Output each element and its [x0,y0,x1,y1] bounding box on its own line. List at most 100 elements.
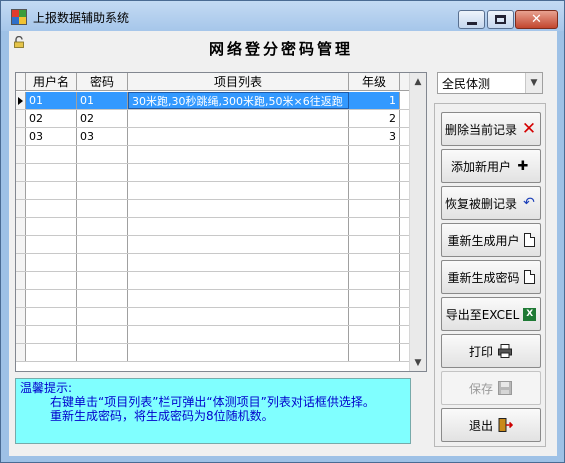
cell-items[interactable] [128,128,349,145]
cell-items[interactable] [128,182,349,199]
cell-password[interactable]: 02 [77,110,128,127]
row-indicator[interactable] [16,182,26,199]
save-button[interactable]: 保存 [441,371,541,405]
cell-grade[interactable] [349,200,400,217]
minimize-button[interactable] [458,10,485,29]
cell-items[interactable] [128,236,349,253]
empty-table-row[interactable] [16,146,410,164]
cell-items[interactable] [128,308,349,325]
chevron-down-icon[interactable]: ▼ [525,73,542,93]
row-indicator[interactable] [16,92,26,109]
row-indicator[interactable] [16,236,26,253]
cell-user[interactable] [26,218,77,235]
cell-password[interactable] [77,218,128,235]
cell-grade[interactable] [349,254,400,271]
cell-user[interactable] [26,326,77,343]
print-button[interactable]: 打印 [441,334,541,368]
cell-password[interactable] [77,290,128,307]
cell-user[interactable] [26,182,77,199]
table-row[interactable]: 02 02 2 [16,110,410,128]
cell-password[interactable] [77,272,128,289]
empty-table-row[interactable] [16,344,410,362]
empty-table-row[interactable] [16,164,410,182]
column-header-grade[interactable]: 年级 [349,73,400,90]
vertical-scrollbar[interactable]: ▲ ▼ [409,73,426,371]
column-header-username[interactable]: 用户名 [26,73,77,90]
cell-grade[interactable] [349,182,400,199]
row-indicator[interactable] [16,272,26,289]
row-indicator[interactable] [16,128,26,145]
empty-table-row[interactable] [16,290,410,308]
cell-user[interactable]: 02 [26,110,77,127]
cell-user[interactable]: 03 [26,128,77,145]
column-header-password[interactable]: 密码 [77,73,128,90]
cell-user[interactable] [26,164,77,181]
add-user-button[interactable]: 添加新用户 ✚ [441,149,541,183]
test-type-select[interactable]: 全民体测 ▼ [437,72,543,94]
title-bar[interactable]: 上报数据辅助系统 ✕ [1,1,564,31]
cell-grade[interactable] [349,290,400,307]
cell-user[interactable] [26,308,77,325]
cell-password[interactable] [77,164,128,181]
delete-record-button[interactable]: 删除当前记录 ✕ [441,112,541,146]
row-indicator[interactable] [16,326,26,343]
maximize-button[interactable] [487,10,514,29]
cell-items[interactable] [128,164,349,181]
cell-items[interactable] [128,218,349,235]
cell-user[interactable] [26,146,77,163]
cell-user[interactable] [26,236,77,253]
row-indicator[interactable] [16,200,26,217]
cell-password[interactable] [77,308,128,325]
empty-table-row[interactable] [16,218,410,236]
cell-password[interactable] [77,326,128,343]
empty-table-row[interactable] [16,254,410,272]
cell-grade[interactable] [349,236,400,253]
empty-table-row[interactable] [16,236,410,254]
cell-items[interactable] [128,272,349,289]
row-indicator[interactable] [16,218,26,235]
cell-grade[interactable]: 3 [349,128,400,145]
cell-user[interactable] [26,254,77,271]
cell-user[interactable] [26,344,77,361]
cell-items[interactable] [128,326,349,343]
cell-user[interactable]: 01 [26,92,77,109]
cell-grade[interactable] [349,146,400,163]
row-indicator[interactable] [16,308,26,325]
cell-grade[interactable] [349,326,400,343]
cell-items[interactable] [128,146,349,163]
exit-button[interactable]: 退出 [441,408,541,442]
cell-grade[interactable] [349,344,400,361]
cell-password[interactable] [77,200,128,217]
cell-user[interactable] [26,200,77,217]
cell-items[interactable] [128,344,349,361]
scroll-up-icon[interactable]: ▲ [410,73,426,90]
row-indicator[interactable] [16,344,26,361]
cell-items[interactable] [128,200,349,217]
cell-password[interactable] [77,344,128,361]
regenerate-user-button[interactable]: 重新生成用户 [441,223,541,257]
regenerate-password-button[interactable]: 重新生成密码 [441,260,541,294]
cell-password[interactable] [77,182,128,199]
table-row[interactable]: 03 03 3 [16,128,410,146]
cell-password[interactable]: 01 [77,92,128,109]
empty-table-row[interactable] [16,326,410,344]
users-grid[interactable]: 用户名 密码 项目列表 年级 01 01 30米跑,30秒跳绳,300米跑,50米×… [15,72,427,372]
empty-table-row[interactable] [16,200,410,218]
scroll-down-icon[interactable]: ▼ [410,354,426,371]
cell-password[interactable] [77,254,128,271]
cell-password[interactable]: 03 [77,128,128,145]
cell-items[interactable] [128,290,349,307]
cell-grade[interactable] [349,272,400,289]
empty-table-row[interactable] [16,182,410,200]
cell-user[interactable] [26,272,77,289]
row-indicator[interactable] [16,146,26,163]
column-header-items[interactable]: 项目列表 [128,73,349,90]
table-row[interactable]: 01 01 30米跑,30秒跳绳,300米跑,50米×6往返跑 1 [16,92,410,110]
cell-grade[interactable] [349,164,400,181]
empty-table-row[interactable] [16,272,410,290]
cell-items[interactable]: 30米跑,30秒跳绳,300米跑,50米×6往返跑 [128,92,349,109]
cell-grade[interactable]: 1 [349,92,400,109]
restore-record-button[interactable]: 恢复被删记录 ↶ [441,186,541,220]
row-indicator[interactable] [16,254,26,271]
cell-user[interactable] [26,290,77,307]
